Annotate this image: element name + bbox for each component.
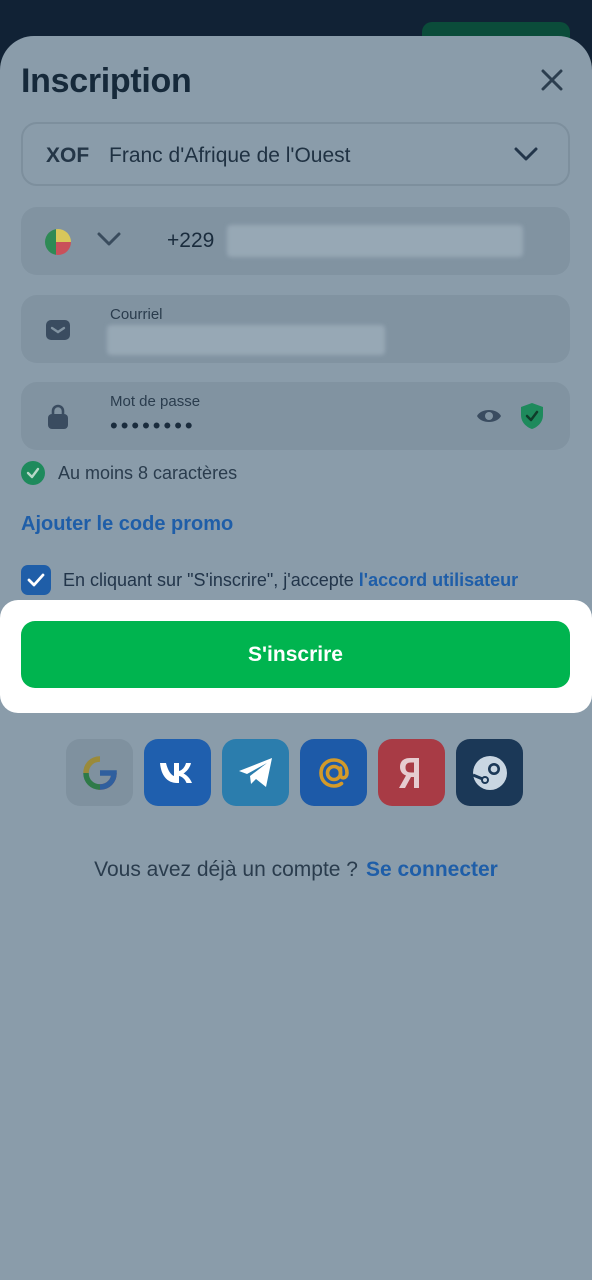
currency-name: Franc d'Afrique de l'Ouest bbox=[109, 144, 351, 167]
password-value: •••••••• bbox=[110, 413, 196, 438]
social-login-row bbox=[66, 739, 523, 806]
close-icon bbox=[541, 69, 563, 91]
check-circle-icon bbox=[21, 461, 45, 485]
password-requirement-text: Au moins 8 caractères bbox=[58, 462, 238, 483]
phone-number-redacted[interactable] bbox=[227, 225, 523, 257]
password-field[interactable]: Mot de passe •••••••• bbox=[21, 382, 570, 450]
lock-icon bbox=[45, 404, 71, 430]
steam-login-button[interactable] bbox=[456, 739, 523, 806]
email-label: Courriel bbox=[110, 306, 163, 323]
telegram-icon bbox=[238, 757, 272, 787]
email-value-redacted[interactable] bbox=[107, 325, 385, 355]
country-chevron-down-icon[interactable] bbox=[97, 231, 121, 247]
benin-flag-icon bbox=[45, 229, 71, 255]
login-link[interactable]: Se connecter bbox=[366, 858, 498, 881]
login-prompt-text: Vous avez déjà un compte ? bbox=[94, 858, 358, 881]
mailru-login-button[interactable] bbox=[300, 739, 367, 806]
submit-highlight: S'inscrire bbox=[0, 600, 592, 713]
add-promo-code-link[interactable]: Ajouter le code promo bbox=[21, 513, 233, 536]
google-icon bbox=[82, 755, 117, 790]
agreement-text-static: En cliquant sur "S'inscrire", j'accepte bbox=[63, 569, 359, 590]
user-agreement-link[interactable]: l'accord utilisateur bbox=[359, 570, 518, 590]
envelope-icon bbox=[45, 317, 71, 343]
yandex-icon bbox=[398, 757, 419, 788]
agreement-row: En cliquant sur "S'inscrire", j'accepte … bbox=[21, 565, 518, 595]
agreement-checkbox[interactable] bbox=[21, 565, 51, 595]
mail-at-icon bbox=[318, 757, 349, 788]
close-button[interactable] bbox=[536, 64, 568, 96]
email-field[interactable]: Courriel bbox=[21, 295, 570, 363]
currency-select[interactable]: XOF Franc d'Afrique de l'Ouest bbox=[21, 122, 570, 186]
agreement-text: En cliquant sur "S'inscrire", j'accepte … bbox=[63, 570, 518, 591]
phone-field[interactable]: +229 bbox=[21, 207, 570, 275]
google-login-button[interactable] bbox=[66, 739, 133, 806]
password-requirement: Au moins 8 caractères bbox=[21, 461, 237, 485]
chevron-down-icon bbox=[514, 147, 538, 161]
telegram-login-button[interactable] bbox=[222, 739, 289, 806]
login-prompt: Vous avez déjà un compte ? Se connecter bbox=[0, 858, 592, 882]
vk-login-button[interactable] bbox=[144, 739, 211, 806]
shield-check-icon bbox=[521, 403, 543, 429]
register-button[interactable]: S'inscrire bbox=[21, 621, 570, 688]
password-label: Mot de passe bbox=[110, 393, 201, 410]
steam-icon bbox=[471, 755, 507, 790]
page-title: Inscription bbox=[21, 62, 192, 100]
phone-prefix: +229 bbox=[167, 229, 215, 252]
yandex-login-button[interactable] bbox=[378, 739, 445, 806]
currency-code: XOF bbox=[46, 144, 90, 167]
eye-icon[interactable] bbox=[476, 404, 502, 428]
vk-icon bbox=[159, 762, 192, 783]
checkmark-icon bbox=[27, 573, 45, 587]
